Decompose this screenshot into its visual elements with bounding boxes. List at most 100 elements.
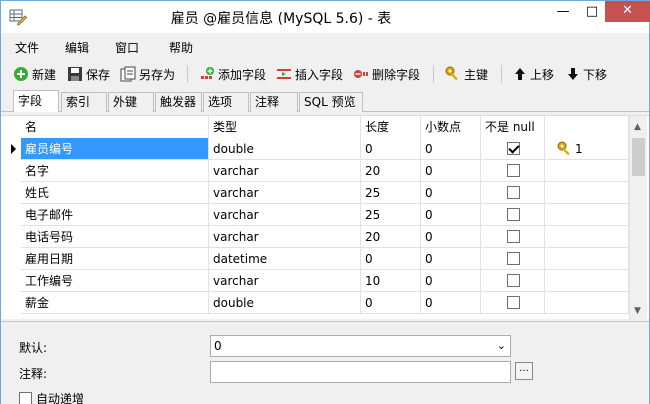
tab-comment[interactable]: 注释 xyxy=(250,92,298,112)
row-selector[interactable] xyxy=(1,160,21,182)
column-header-not-null[interactable]: 不是 null xyxy=(481,116,545,138)
cell-name[interactable]: 雇员编号 xyxy=(21,138,209,160)
table-row[interactable]: 雇员编号 double 0 0 1 xyxy=(1,138,629,160)
cell-decimals[interactable]: 0 xyxy=(421,182,481,204)
cell-decimals[interactable]: 0 xyxy=(421,248,481,270)
cell-length[interactable]: 0 xyxy=(361,292,421,314)
not-null-checkbox[interactable] xyxy=(507,274,520,287)
delete-field-button[interactable]: 删除字段 xyxy=(353,64,420,84)
save-as-button[interactable]: 另存为 xyxy=(120,64,175,84)
cell-name[interactable]: 名字 xyxy=(21,160,209,182)
close-button[interactable]: ✕ xyxy=(605,1,650,22)
cell-key[interactable] xyxy=(545,248,629,270)
cell-type[interactable]: varchar xyxy=(209,270,361,292)
comment-field[interactable] xyxy=(210,361,511,383)
cell-length[interactable]: 25 xyxy=(361,204,421,226)
menu-edit[interactable]: 编辑 xyxy=(65,39,89,56)
cell-key[interactable] xyxy=(545,160,629,182)
cell-name[interactable]: 雇用日期 xyxy=(21,248,209,270)
row-selector[interactable] xyxy=(1,270,21,292)
cell-key[interactable] xyxy=(545,226,629,248)
minimize-button[interactable]: — xyxy=(549,1,577,25)
not-null-checkbox[interactable] xyxy=(507,252,520,265)
cell-name[interactable]: 工作编号 xyxy=(21,270,209,292)
tab-options[interactable]: 选项 xyxy=(203,92,249,112)
cell-length[interactable]: 20 xyxy=(361,226,421,248)
column-header-type[interactable]: 类型 xyxy=(209,116,361,138)
table-row[interactable]: 名字 varchar 20 0 xyxy=(1,160,629,182)
not-null-checkbox[interactable] xyxy=(507,164,520,177)
scroll-down-icon[interactable]: ▼ xyxy=(634,306,641,316)
auto-increment-checkbox[interactable] xyxy=(19,392,32,404)
scroll-thumb[interactable] xyxy=(632,138,645,176)
cell-length[interactable]: 10 xyxy=(361,270,421,292)
cell-key[interactable] xyxy=(545,182,629,204)
cell-type[interactable]: varchar xyxy=(209,160,361,182)
save-button[interactable]: 保存 xyxy=(67,64,110,84)
row-selector[interactable] xyxy=(1,292,21,314)
cell-decimals[interactable]: 0 xyxy=(421,292,481,314)
table-row[interactable]: 电子邮件 varchar 25 0 xyxy=(1,204,629,226)
cell-type[interactable]: datetime xyxy=(209,248,361,270)
tab-foreign-keys[interactable]: 外键 xyxy=(108,92,154,112)
table-row[interactable]: 工作编号 varchar 10 0 xyxy=(1,270,629,292)
not-null-checkbox[interactable] xyxy=(507,142,520,155)
cell-decimals[interactable]: 0 xyxy=(421,226,481,248)
tab-triggers[interactable]: 触发器 xyxy=(155,92,202,112)
tab-fields[interactable]: 字段 xyxy=(13,90,59,112)
cell-length[interactable]: 25 xyxy=(361,182,421,204)
cell-length[interactable]: 20 xyxy=(361,160,421,182)
cell-name[interactable]: 姓氏 xyxy=(21,182,209,204)
grid-vertical-scrollbar[interactable]: ▲ ▼ xyxy=(629,116,647,320)
cell-name[interactable]: 电话号码 xyxy=(21,226,209,248)
tab-sql-preview[interactable]: SQL 预览 xyxy=(299,92,363,112)
tab-indexes[interactable]: 索引 xyxy=(61,92,107,112)
cell-name[interactable]: 薪金 xyxy=(21,292,209,314)
cell-decimals[interactable]: 0 xyxy=(421,138,481,160)
add-field-button[interactable]: 添加字段 xyxy=(199,64,266,84)
row-selector[interactable] xyxy=(1,226,21,248)
cell-key[interactable] xyxy=(545,270,629,292)
column-header-length[interactable]: 长度 xyxy=(361,116,421,138)
cell-key[interactable] xyxy=(545,292,629,314)
column-header-name[interactable]: 名 xyxy=(21,116,209,138)
insert-field-button[interactable]: 插入字段 xyxy=(276,64,343,84)
not-null-checkbox[interactable] xyxy=(507,208,520,221)
not-null-checkbox[interactable] xyxy=(507,296,520,309)
chevron-down-icon[interactable]: ⌄ xyxy=(497,336,506,356)
cell-name[interactable]: 电子邮件 xyxy=(21,204,209,226)
comment-editor-button[interactable]: ... xyxy=(515,362,533,380)
row-selector[interactable] xyxy=(1,248,21,270)
row-selector[interactable] xyxy=(1,182,21,204)
table-row[interactable]: 雇用日期 datetime 0 0 xyxy=(1,248,629,270)
row-pointer-icon[interactable] xyxy=(1,138,21,160)
cell-type[interactable]: double xyxy=(209,138,361,160)
table-row[interactable]: 姓氏 varchar 25 0 xyxy=(1,182,629,204)
table-row[interactable]: 薪金 double 0 0 xyxy=(1,292,629,314)
cell-key[interactable]: 1 xyxy=(545,138,629,160)
cell-decimals[interactable]: 0 xyxy=(421,160,481,182)
row-selector[interactable] xyxy=(1,204,21,226)
cell-length[interactable]: 0 xyxy=(361,248,421,270)
cell-type[interactable]: varchar xyxy=(209,182,361,204)
move-up-button[interactable]: 上移 xyxy=(513,64,554,84)
cell-length[interactable]: 0 xyxy=(361,138,421,160)
cell-decimals[interactable]: 0 xyxy=(421,270,481,292)
cell-type[interactable]: varchar xyxy=(209,226,361,248)
table-row[interactable]: 电话号码 varchar 20 0 xyxy=(1,226,629,248)
move-down-button[interactable]: 下移 xyxy=(566,64,607,84)
not-null-checkbox[interactable] xyxy=(507,186,520,199)
scroll-up-icon[interactable]: ▲ xyxy=(634,122,641,132)
cell-decimals[interactable]: 0 xyxy=(421,204,481,226)
menu-help[interactable]: 帮助 xyxy=(169,39,193,56)
maximize-button[interactable]: □ xyxy=(579,1,605,25)
cell-key[interactable] xyxy=(545,204,629,226)
cell-type[interactable]: varchar xyxy=(209,204,361,226)
menu-window[interactable]: 窗口 xyxy=(115,39,139,56)
cell-type[interactable]: double xyxy=(209,292,361,314)
default-select[interactable]: 0 ⌄ xyxy=(210,335,511,357)
menu-file[interactable]: 文件 xyxy=(15,39,39,56)
not-null-checkbox[interactable] xyxy=(507,230,520,243)
column-header-decimals[interactable]: 小数点 xyxy=(421,116,481,138)
primary-key-button[interactable]: 主键 xyxy=(445,64,488,84)
